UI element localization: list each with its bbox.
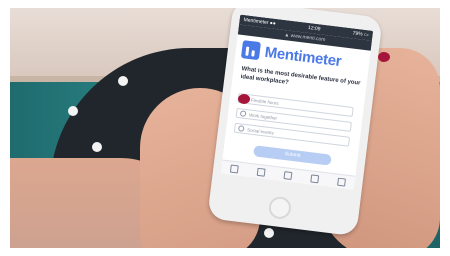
polka-dot [68,106,78,116]
bookmarks-icon[interactable] [310,174,319,184]
fingernail [238,94,250,104]
poll-option-label: Social events [246,126,275,136]
share-icon[interactable] [283,171,293,181]
browser-toolbar [220,159,356,190]
smartphone: Mentimeter ●● 12:09 79% ▭ ▲ www.menti.co… [207,8,383,237]
radio-icon[interactable] [237,125,245,132]
polka-dot [92,142,102,152]
poll-option-label: Work together [248,111,278,121]
polka-dot [118,76,128,86]
submit-button[interactable]: Submit [253,145,332,166]
home-button[interactable] [267,195,293,221]
tabs-icon[interactable] [336,177,346,187]
forward-icon[interactable] [256,167,266,177]
fingernail [378,52,390,62]
brand-name: Mentimeter [263,43,343,70]
photo-scene: Mentimeter ●● 12:09 79% ▭ ▲ www.menti.co… [0,0,450,256]
radio-icon[interactable] [239,110,247,117]
mentimeter-logo-icon [240,40,261,61]
polka-dot [264,228,274,238]
back-icon[interactable] [230,164,240,174]
photo-frame: Mentimeter ●● 12:09 79% ▭ ▲ www.menti.co… [10,8,440,248]
poll-option-label: Flexible hours [250,97,280,106]
